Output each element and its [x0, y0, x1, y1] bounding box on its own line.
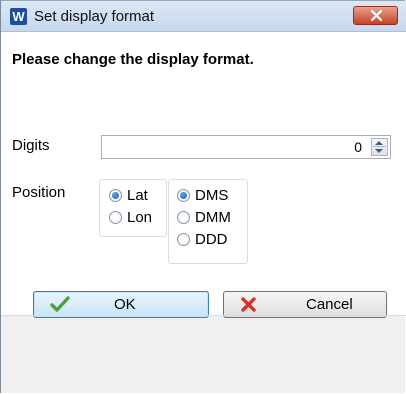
chevron-down-icon[interactable] — [375, 149, 383, 153]
check-icon — [50, 296, 70, 312]
radio-label: DMS — [195, 187, 229, 204]
format-radio-group: DMS DMM DDD — [168, 179, 248, 264]
spin-divider — [373, 146, 386, 147]
close-button[interactable] — [353, 6, 398, 25]
title-bar[interactable]: W Set display format — [1, 1, 406, 32]
radio-button[interactable] — [177, 189, 190, 202]
radio-label: DDD — [195, 231, 228, 248]
radio-label: Lon — [127, 209, 153, 226]
ok-label: OK — [114, 296, 136, 313]
app-logo-icon: W — [10, 8, 27, 25]
axis-radio-group: Lat Lon — [99, 179, 167, 237]
cancel-label: Cancel — [306, 296, 353, 313]
cancel-button[interactable]: Cancel — [223, 291, 387, 318]
digits-stepper[interactable]: 0 — [101, 135, 391, 159]
spin-buttons[interactable] — [371, 138, 388, 156]
radio-label: DMM — [195, 209, 231, 226]
radio-button[interactable] — [177, 233, 190, 246]
dialog-content — [1, 32, 406, 315]
radio-button[interactable] — [177, 211, 190, 224]
x-icon — [241, 297, 256, 312]
chevron-up-icon[interactable] — [375, 141, 383, 145]
digits-value: 0 — [354, 139, 362, 155]
radio-button[interactable] — [109, 189, 122, 202]
dialog-heading: Please change the display format. — [12, 51, 254, 68]
position-label: Position — [12, 184, 66, 201]
dialog-window: W Set display format Please change the d… — [0, 0, 406, 393]
close-icon — [371, 10, 382, 21]
footer-divider — [1, 315, 406, 316]
digits-label: Digits — [12, 137, 50, 154]
window-title: Set display format — [34, 8, 155, 25]
radio-label: Lat — [127, 187, 148, 204]
ok-button[interactable]: OK — [33, 291, 209, 318]
radio-button[interactable] — [109, 211, 122, 224]
